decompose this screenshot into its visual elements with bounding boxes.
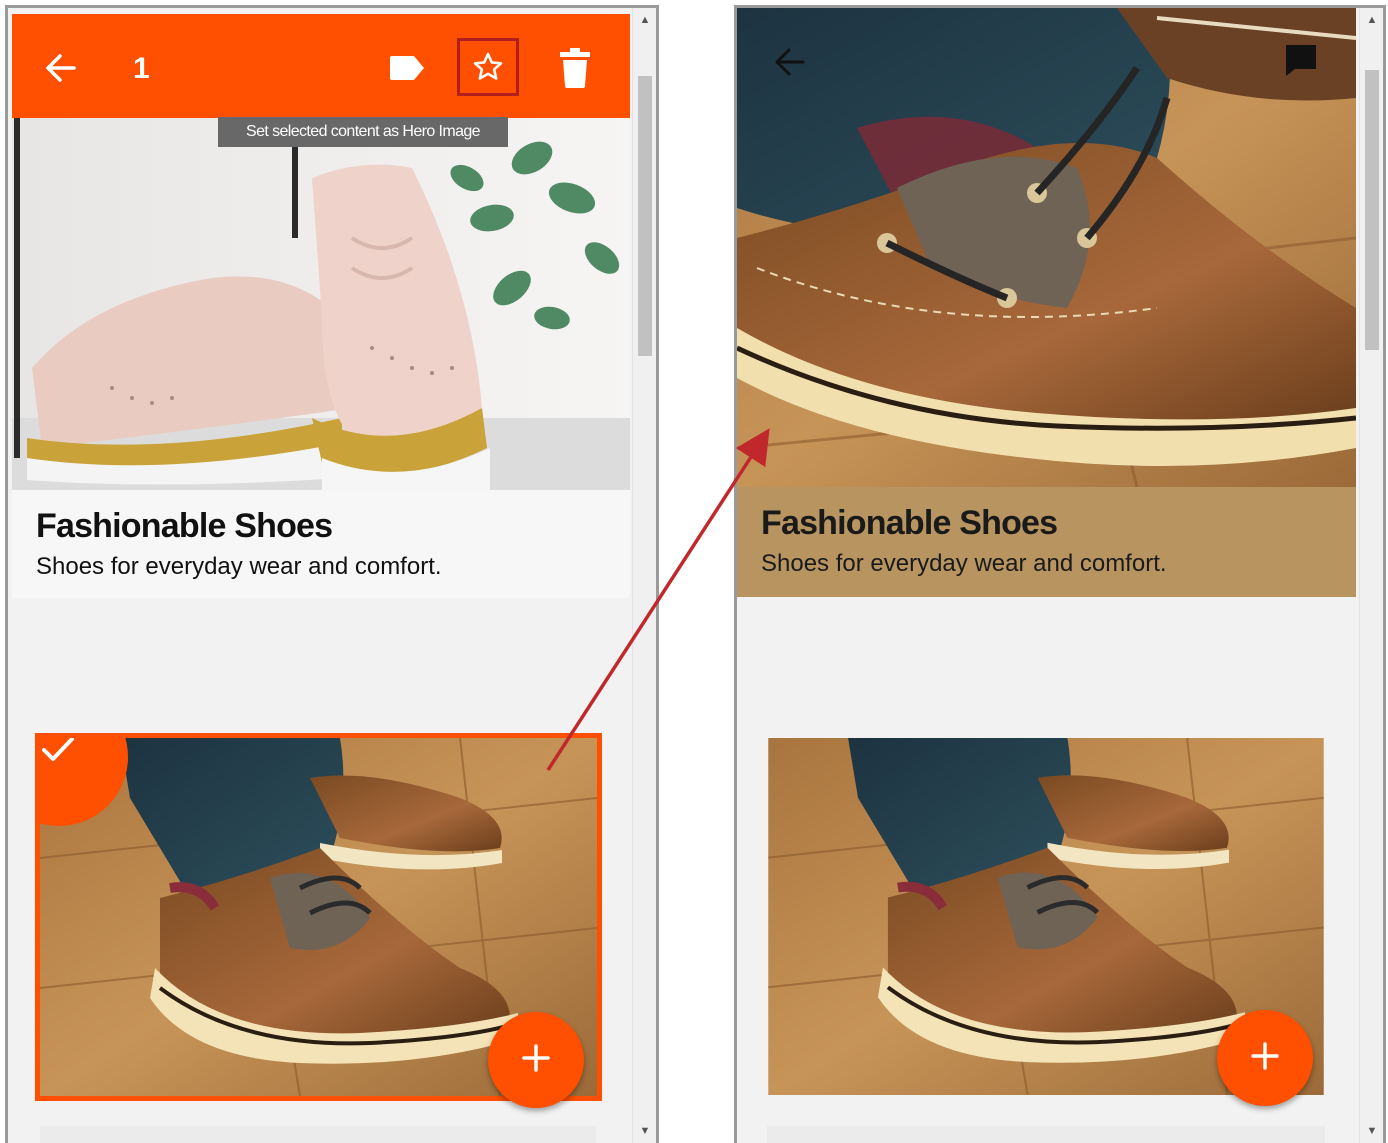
comment-icon[interactable] [1283,42,1321,78]
scroll-down-icon[interactable]: ▼ [633,1121,656,1141]
hero-title: Fashionable Shoes [761,504,1058,542]
arrow-left-icon[interactable] [771,44,807,80]
scrollbar[interactable]: ▲ ▼ [632,8,656,1143]
right-app-panel: Fashionable Shoes Shoes for everyday wea… [734,5,1386,1143]
selection-toolbar: 1 [12,14,630,118]
hero-image-card[interactable] [12,118,630,490]
next-card-placeholder [767,1126,1325,1143]
arrow-left-icon[interactable] [42,50,78,86]
hero-image-card[interactable] [737,8,1356,487]
hero-caption: Fashionable Shoes Shoes for everyday wea… [737,487,1356,597]
trash-icon[interactable] [558,46,592,90]
scroll-thumb[interactable] [1365,70,1379,350]
add-button[interactable] [1217,1010,1313,1106]
star-outline-icon[interactable] [457,38,519,96]
label-icon[interactable] [388,52,426,84]
hero-description: Shoes for everyday wear and comfort. [36,553,442,580]
scrollbar[interactable]: ▲ ▼ [1359,8,1383,1143]
scroll-down-icon[interactable]: ▼ [1360,1121,1383,1141]
add-button[interactable] [488,1012,584,1108]
scroll-up-icon[interactable]: ▲ [1360,10,1383,30]
hero-caption: Fashionable Shoes Shoes for everyday wea… [12,490,630,598]
pink-shoes-photo [12,118,630,490]
boat-shoe-hero-photo [737,8,1356,487]
scroll-thumb[interactable] [638,76,652,356]
plus-icon [521,1043,551,1078]
scroll-up-icon[interactable]: ▲ [633,10,656,30]
hero-description: Shoes for everyday wear and comfort. [761,550,1167,577]
plus-icon [1250,1041,1280,1076]
hero-image-tooltip: Set selected content as Hero Image [218,117,508,147]
check-icon [40,738,80,768]
next-card-placeholder [40,1126,596,1143]
left-app-panel: 1 Set selected content as Hero Image Fas… [5,5,659,1143]
hero-title: Fashionable Shoes [36,507,333,545]
selected-count: 1 [133,52,150,85]
